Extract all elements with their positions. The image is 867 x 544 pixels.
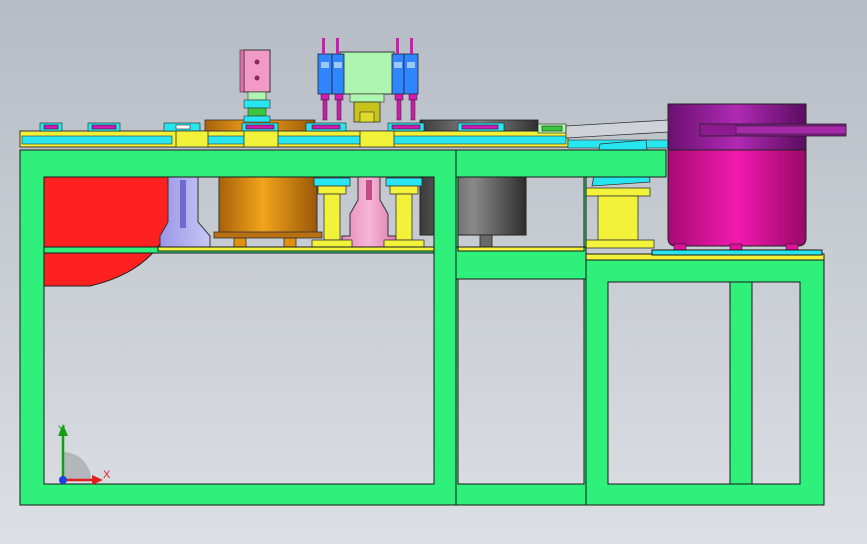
cad-viewport[interactable]: Y X <box>0 0 867 544</box>
top-plate-cyan-right <box>389 135 567 145</box>
triad-y-label: Y <box>58 424 66 436</box>
orange-cylinder-base <box>213 231 323 239</box>
gray-foot <box>479 234 493 248</box>
triad-z-axis <box>59 476 67 484</box>
top-plate-cyan-left <box>21 135 173 145</box>
pink-center-slot <box>366 180 372 200</box>
frame-center-beam-yellow <box>457 246 585 252</box>
frame-beam-yellow <box>157 246 435 252</box>
triad-x-label: X <box>103 469 111 481</box>
frame-right-post <box>729 281 753 485</box>
yellow-block-left <box>175 130 209 148</box>
cad-model-view[interactable]: Y X <box>0 0 867 544</box>
lavender-slot <box>180 180 186 228</box>
top-plate-cyan-mid <box>199 135 361 145</box>
yellow-block-mid <box>243 130 279 148</box>
frame-top-rail <box>455 149 667 178</box>
yellow-block-right <box>359 130 395 148</box>
orange-cylinder[interactable] <box>218 176 318 236</box>
frame-right-cyan <box>651 249 823 256</box>
frame-center-beam <box>455 246 587 280</box>
